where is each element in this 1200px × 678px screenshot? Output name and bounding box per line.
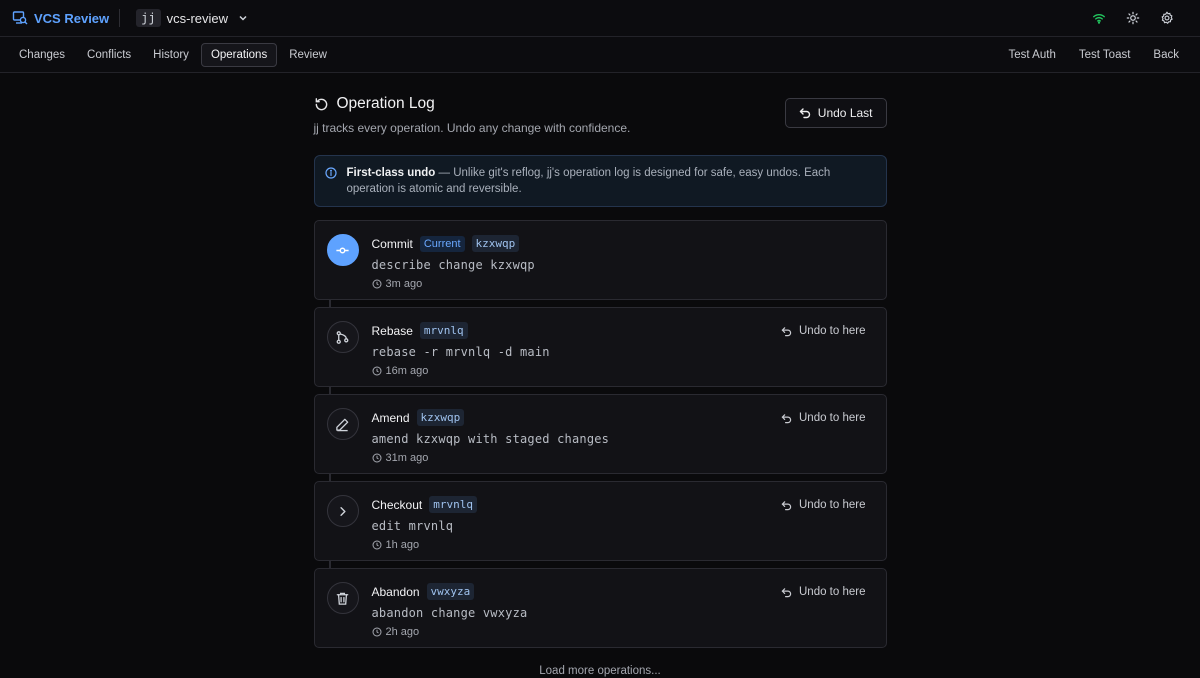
undo-icon	[781, 413, 792, 423]
operation-item: Rebase mrvnlq rebase -r mrvnlq -d main 1…	[313, 307, 887, 387]
divider	[119, 9, 121, 27]
undo-to-here-label: Undo to here	[799, 412, 866, 424]
clock-icon	[372, 540, 381, 550]
operation-time: 16m ago	[385, 365, 429, 377]
review-logo-icon	[12, 11, 28, 25]
undo-to-here-label: Undo to here	[799, 325, 866, 337]
clock-icon	[372, 279, 381, 289]
load-more-button[interactable]: Load more operations...	[314, 665, 887, 677]
operation-item: Abandon vwxyza abandon change vwxyza 2h …	[313, 568, 887, 648]
top-bar: VCS Review jj vcs-review	[0, 0, 1200, 37]
chevron-down-icon	[239, 15, 247, 21]
undo-to-here-label: Undo to here	[799, 586, 866, 598]
change-id-badge[interactable]: mrvnlq	[429, 496, 477, 513]
operation-item: Amend kzxwqp amend kzxwqp with staged ch…	[313, 394, 887, 474]
operation-description: abandon change vwxyza	[371, 606, 528, 620]
repo-badge: jj	[136, 9, 161, 27]
undo-to-here-button[interactable]: Undo to here	[781, 586, 866, 598]
tab-review[interactable]: Review	[279, 43, 337, 67]
undo-icon	[781, 500, 792, 510]
change-id-badge[interactable]: vwxyza	[426, 583, 475, 600]
undo-icon	[781, 326, 792, 336]
operation-description: amend kzxwqp with staged changes	[371, 432, 610, 446]
undo-to-here-button[interactable]: Undo to here	[781, 325, 866, 337]
test-toast-link[interactable]: Test Toast	[1069, 43, 1141, 67]
change-id-badge[interactable]: mrvnlq	[419, 322, 468, 339]
operation-time: 2h ago	[385, 626, 420, 638]
clock-icon	[372, 366, 381, 376]
test-auth-link[interactable]: Test Auth	[999, 43, 1066, 67]
page-title: Operation Log	[336, 95, 435, 112]
operation-type: Commit	[371, 236, 413, 251]
repo-selector[interactable]: jj vcs-review	[136, 9, 249, 27]
undo-last-label: Undo Last	[817, 106, 873, 120]
operation-type: Rebase	[371, 323, 413, 338]
info-icon	[324, 167, 337, 179]
undo-icon	[799, 108, 810, 119]
operation-item: Checkout mrvnlq edit mrvnlq 1h ago Undo …	[313, 481, 887, 561]
operation-time: 3m ago	[385, 278, 423, 290]
app-brand[interactable]: VCS Review	[12, 10, 109, 26]
gear-icon[interactable]	[1160, 11, 1174, 25]
info-banner: First-class undo — Unlike git's reflog, …	[313, 155, 887, 207]
operation-item: Commit Current kzxwqp describe change kz…	[313, 220, 887, 300]
operation-type: Abandon	[371, 584, 420, 599]
chevron-right-icon	[326, 495, 359, 527]
page-header: Operation Log jj tracks every operation.…	[314, 95, 887, 135]
undo-icon	[781, 587, 792, 597]
operation-type: Amend	[371, 410, 410, 425]
operation-description: edit mrvnlq	[371, 519, 454, 533]
app-name: VCS Review	[34, 10, 110, 26]
current-badge: Current	[419, 235, 465, 252]
change-id-badge[interactable]: kzxwqp	[471, 235, 520, 252]
tab-changes[interactable]: Changes	[9, 43, 75, 67]
operation-list: Commit Current kzxwqp describe change kz…	[313, 220, 887, 648]
undo-to-here-button[interactable]: Undo to here	[781, 412, 866, 424]
main-content: Operation Log jj tracks every operation.…	[313, 73, 887, 677]
operation-description: describe change kzxwqp	[371, 258, 535, 272]
clock-icon	[372, 453, 381, 463]
commit-icon	[326, 234, 359, 266]
undo-last-button[interactable]: Undo Last	[784, 98, 887, 128]
trash-icon	[326, 582, 359, 614]
git-branch-icon	[326, 321, 359, 353]
undo-to-here-label: Undo to here	[799, 499, 866, 511]
operation-time: 1h ago	[385, 539, 420, 551]
pencil-icon	[326, 408, 359, 440]
history-icon	[315, 97, 327, 110]
change-id-badge[interactable]: kzxwqp	[416, 409, 465, 426]
sun-icon[interactable]	[1126, 11, 1140, 25]
operation-description: rebase -r mrvnlq -d main	[371, 345, 550, 359]
tab-history[interactable]: History	[143, 43, 199, 67]
back-link[interactable]: Back	[1143, 43, 1189, 67]
operation-time: 31m ago	[385, 452, 429, 464]
operation-type: Checkout	[371, 497, 423, 512]
page-subtitle: jj tracks every operation. Undo any chan…	[313, 121, 631, 135]
nav-bar: Changes Conflicts History Operations Rev…	[0, 37, 1200, 73]
clock-icon	[372, 627, 381, 637]
undo-to-here-button[interactable]: Undo to here	[781, 499, 866, 511]
tab-conflicts[interactable]: Conflicts	[77, 43, 141, 67]
repo-name: vcs-review	[166, 10, 229, 26]
tab-operations[interactable]: Operations	[200, 42, 278, 67]
wifi-icon[interactable]	[1092, 11, 1106, 25]
info-strong: First-class undo	[346, 167, 436, 179]
